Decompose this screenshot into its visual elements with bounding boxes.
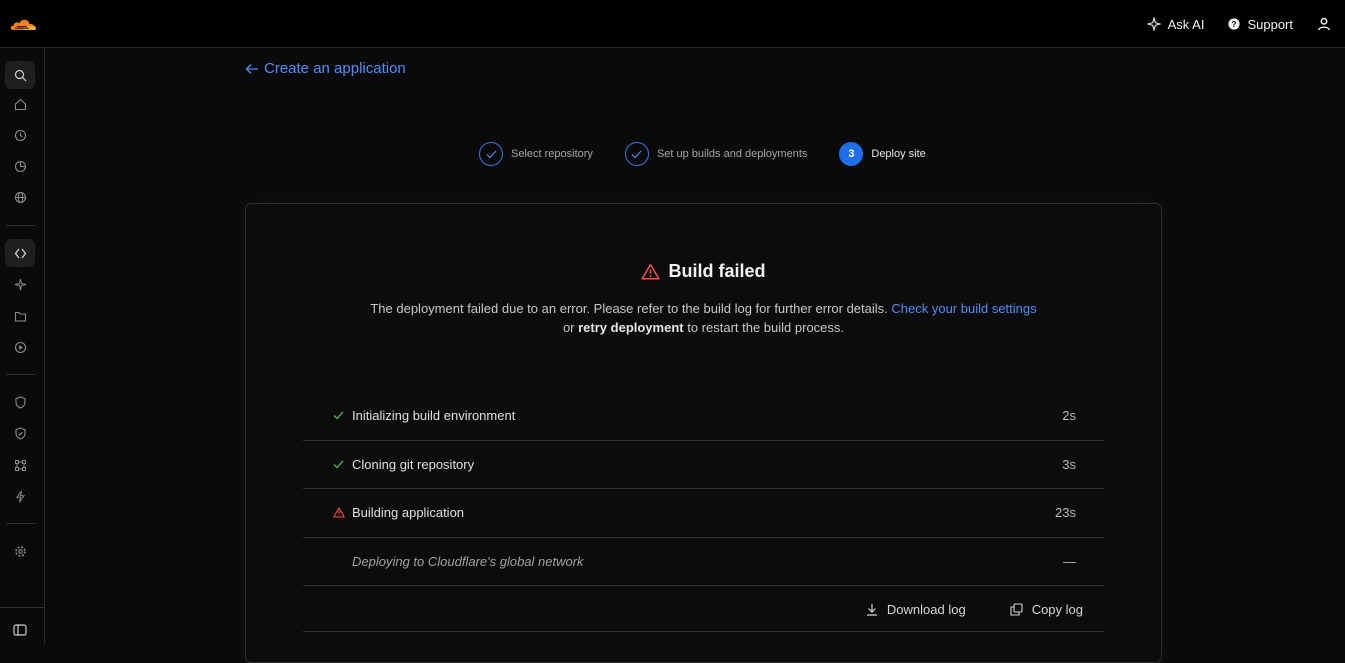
download-log-label: Download log [886,601,966,617]
home-icon[interactable] [5,90,35,118]
build-settings-link[interactable]: Check your build settings [891,301,1036,316]
svg-text:?: ? [1232,20,1237,29]
warning-icon [641,263,661,280]
sidebar-divider [6,374,35,375]
back-link-label: Create an application [264,60,406,77]
copy-log-button[interactable]: Copy log [1010,602,1083,617]
download-log-button[interactable]: Download log [866,602,966,617]
step-label: Deploy site [871,148,926,160]
download-icon [866,603,877,616]
shield-icon[interactable] [5,388,35,416]
build-step-label: Building application [352,505,465,521]
cloud-logo-icon [10,19,36,30]
build-step-duration: — [1063,553,1076,569]
user-menu-button[interactable] [1317,17,1331,31]
step-number: 3 [839,142,864,166]
support-button[interactable]: ? Support [1228,17,1293,32]
ask-ai-button[interactable]: Ask AI [1146,16,1205,32]
step-setup-builds: Set up builds and deployments [624,142,808,166]
network-icon[interactable] [5,451,35,479]
step-label: Set up builds and deployments [656,148,808,160]
step-deploy-site: 3 Deploy site [839,142,926,166]
sidebar-divider [0,607,44,608]
storage-icon[interactable] [5,302,35,330]
panel-toggle-icon[interactable] [5,616,35,644]
build-description: The deployment failed due to an error. P… [246,299,1161,337]
page-title: Build failed [668,261,766,281]
build-step-row: Deploying to Cloudflare's global network… [303,538,1104,586]
description-text: or [562,320,579,335]
history-icon[interactable] [5,121,35,149]
lightning-icon[interactable] [5,482,35,510]
step-label: Select repository [511,148,593,160]
check-icon [333,460,352,469]
support-label: Support [1247,16,1293,32]
build-step-row: Initializing build environment 2s [303,392,1104,441]
code-icon[interactable] [5,239,35,267]
build-step-label: Deploying to Cloudflare's global network [352,553,584,569]
build-step-label: Cloning git repository [352,456,475,472]
shield-check-icon[interactable] [5,419,35,447]
clock-icon[interactable] [5,152,35,180]
user-icon [1318,17,1330,31]
build-step-label: Initializing build environment [352,408,516,424]
warning-icon [333,507,352,518]
build-step-row: Building application 23s [303,489,1104,538]
step-select-repository: Select repository [479,142,593,166]
arrow-left-icon [245,63,258,74]
cloudflare-logo[interactable] [0,0,45,48]
build-step-duration: 23s [1055,505,1076,521]
retry-deployment-text: retry deployment [578,320,684,335]
sidebar [0,48,45,644]
build-step-duration: 2s [1062,408,1076,424]
copy-log-label: Copy log [1031,601,1083,617]
build-status-card: Build failed The deployment failed due t… [245,203,1162,663]
play-icon[interactable] [5,333,35,361]
sidebar-divider [6,523,35,524]
build-step-duration: 3s [1062,456,1076,472]
log-actions: Download log Copy log [303,587,1104,632]
sidebar-divider [6,225,35,226]
build-step-row: Cloning git repository 3s [303,441,1104,489]
top-bar: Ask AI ? Support [0,0,1345,48]
check-icon [624,142,649,166]
sparkle-icon[interactable] [5,270,35,298]
globe-icon[interactable] [5,183,35,211]
check-icon [479,142,503,166]
description-text: The deployment failed due to an error. P… [370,301,892,316]
build-steps-list: Initializing build environment 2s Clonin… [303,392,1104,586]
copy-icon [1010,602,1023,616]
description-text: to restart the build process. [683,320,845,335]
ask-ai-label: Ask AI [1167,16,1205,32]
check-icon [333,411,352,420]
help-icon: ? [1228,18,1241,30]
back-link[interactable]: Create an application [245,60,406,77]
main-content: Create an application Select repository … [45,48,1345,663]
sparkle-icon [1146,17,1161,31]
search-icon[interactable] [5,61,35,89]
stepper: Select repository Set up builds and depl… [479,142,958,166]
settings-icon[interactable] [5,537,35,565]
